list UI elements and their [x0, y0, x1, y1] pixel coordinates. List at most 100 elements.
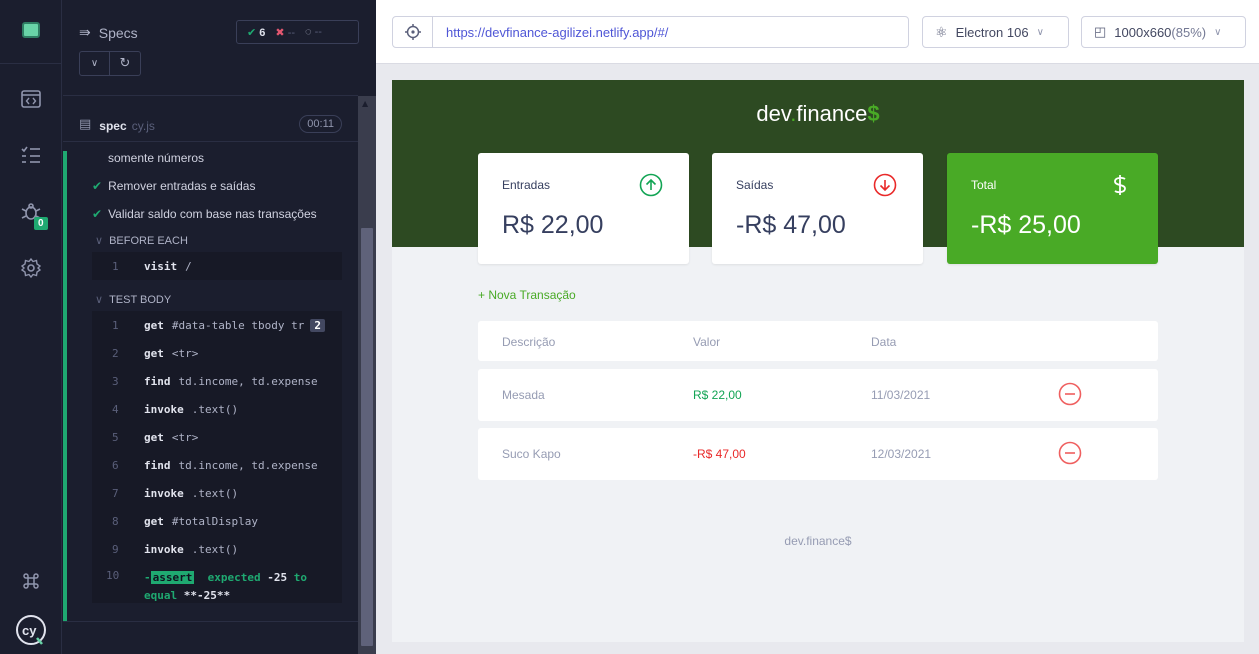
app-footer: dev.finance$ — [784, 534, 852, 548]
failed-count: -- — [287, 26, 296, 39]
assert-command-row[interactable]: 10 - assert expected -25 to equal **-25** — [92, 563, 342, 603]
electron-icon: ⚛ — [935, 23, 948, 40]
debug-bug-icon[interactable]: 0 — [0, 202, 62, 230]
income-card: Entradas R$ 22,00 — [478, 153, 689, 264]
code-window-icon[interactable] — [0, 90, 62, 108]
arrow-down-circle-icon — [873, 173, 897, 197]
pending-count: -- — [314, 26, 322, 38]
scroll-up-arrow-icon[interactable]: ▲ — [362, 99, 368, 108]
transaction-description: Suco Kapo — [502, 447, 561, 461]
browser-toolbar: https://devfinance-agilizei.netlify.app/… — [376, 0, 1259, 64]
table-row: Suco Kapo -R$ 47,00 12/03/2021 — [478, 428, 1158, 480]
cypress-logo-icon: cy — [0, 614, 62, 646]
caret-down-icon: ∨ — [95, 235, 104, 247]
table-header: Descrição Valor Data — [478, 321, 1158, 361]
minus-circle-icon[interactable] — [1058, 441, 1082, 465]
caret-down-icon: ∨ — [95, 294, 104, 306]
test-item[interactable]: somente números — [108, 151, 204, 165]
spec-file-row[interactable]: ▤ spec cy.js 00:11 — [63, 108, 358, 142]
document-icon: ▤ — [79, 117, 92, 132]
income-label: Entradas — [502, 178, 551, 192]
command-row[interactable]: 8 get #totalDisplay — [92, 507, 342, 535]
list-check-icon[interactable] — [0, 146, 62, 164]
column-header: Descrição — [502, 335, 556, 349]
total-card: Total -R$ 25,00 — [947, 153, 1158, 264]
dollar-sign-icon — [1114, 175, 1126, 195]
chevron-down-icon: ∨ — [1214, 26, 1222, 38]
transaction-date: 11/03/2021 — [871, 388, 931, 402]
passed-count: 6 — [259, 26, 266, 39]
pass-check-icon: ✔ — [92, 207, 103, 221]
transaction-description: Mesada — [502, 388, 545, 402]
command-row[interactable]: 9 invoke .text() — [92, 535, 342, 563]
minus-circle-icon[interactable] — [1058, 382, 1082, 406]
browser-name: Electron 106 — [955, 24, 1029, 40]
expense-card: Saídas -R$ 47,00 — [712, 153, 923, 264]
pending-spinner-icon: ◌ — [305, 26, 312, 38]
refresh-icon: ↻ — [119, 56, 131, 71]
reporter-panel: ⇛ Specs ✔ 6 ✖ -- ◌ -- ∨ ↻ ▤ spec cy.js 0… — [63, 0, 359, 654]
debug-count-badge: 0 — [34, 217, 48, 230]
app-under-test: dev.finance$ Entradas R$ 22,00 Saídas -R… — [392, 80, 1244, 642]
test-item[interactable]: ✔ Remover entradas e saídas — [92, 179, 255, 193]
svg-text:cy: cy — [22, 623, 37, 638]
table-row: Mesada R$ 22,00 11/03/2021 — [478, 369, 1158, 421]
column-header: Valor — [693, 335, 721, 349]
settings-gear-icon[interactable] — [0, 258, 62, 278]
chevron-down-icon: ∨ — [1036, 26, 1044, 38]
side-nav: 0 cy — [0, 0, 62, 654]
command-row[interactable]: 2 get <tr> — [92, 339, 342, 367]
specs-toggle[interactable]: ⇛ Specs — [79, 24, 138, 41]
hook-test-body[interactable]: ∨ TEST BODY — [95, 293, 171, 306]
viewport-ruler-icon: ◰ — [1094, 24, 1107, 39]
test-item[interactable]: ✔ Validar saldo com base nas transações — [92, 207, 317, 221]
command-row[interactable]: 1 visit / — [92, 252, 342, 280]
test-runner-body: somente números ✔ Remover entradas e saíd… — [63, 151, 358, 621]
browser-select[interactable]: ⚛ Electron 106 ∨ — [922, 16, 1069, 48]
command-row[interactable]: 3 find td.income, td.expense — [92, 367, 342, 395]
failed-x-icon: ✖ — [275, 26, 285, 39]
expense-label: Saídas — [736, 178, 774, 192]
app-logo: dev.finance$ — [756, 101, 880, 126]
hook-before-each[interactable]: ∨ BEFORE EACH — [95, 234, 188, 247]
arrow-up-circle-icon — [639, 173, 663, 197]
passed-check-icon: ✔ — [247, 26, 257, 39]
before-each-commands: 1 visit / — [92, 252, 342, 280]
column-header: Data — [871, 335, 897, 349]
viewport-select[interactable]: ◰ 1000x660(85%) ∨ — [1081, 16, 1246, 48]
reporter-header: ⇛ Specs ✔ 6 ✖ -- ◌ -- ∨ ↻ — [63, 0, 359, 96]
collapse-button[interactable]: ∨ — [79, 51, 110, 76]
cypress-app-icon[interactable] — [0, 22, 62, 38]
app-preview-area: https://devfinance-agilizei.netlify.app/… — [376, 0, 1259, 654]
run-stats: ✔ 6 ✖ -- ◌ -- — [236, 20, 359, 44]
url-bar[interactable]: https://devfinance-agilizei.netlify.app/… — [392, 16, 909, 48]
command-row[interactable]: 5 get <tr> — [92, 423, 342, 451]
element-count-badge: 2 — [310, 318, 325, 332]
command-keyboard-icon[interactable] — [0, 572, 62, 590]
total-label: Total — [971, 178, 997, 192]
spec-ext: cy.js — [131, 119, 155, 133]
command-row[interactable]: 4 invoke .text() — [92, 395, 342, 423]
reporter-scroll-thumb[interactable] — [361, 228, 373, 646]
transaction-date: 12/03/2021 — [871, 447, 932, 461]
specs-label: Specs — [98, 24, 138, 41]
expense-value: -R$ 47,00 — [736, 211, 846, 239]
url-text[interactable]: https://devfinance-agilizei.netlify.app/… — [433, 25, 668, 40]
transaction-value: R$ 22,00 — [693, 388, 742, 402]
rerun-button[interactable]: ↻ — [110, 51, 141, 76]
command-row[interactable]: 6 find td.income, td.expense — [92, 451, 342, 479]
specs-list-icon: ⇛ — [79, 24, 91, 40]
selector-playground-button[interactable] — [393, 17, 433, 47]
viewport-size: 1000x660 — [1114, 24, 1172, 40]
chevron-down-icon: ∨ — [90, 58, 99, 69]
viewport-scale: (85%) — [1171, 24, 1207, 40]
test-body-commands: 1 get #data-table tbody tr 2 2 get <tr> 3 find… — [92, 311, 342, 603]
crosshair-icon — [404, 24, 421, 40]
command-row[interactable]: 1 get #data-table tbody tr 2 — [92, 311, 342, 339]
new-transaction-link[interactable]: + Nova Transação — [478, 288, 576, 302]
total-value: -R$ 25,00 — [971, 211, 1081, 239]
income-value: R$ 22,00 — [502, 211, 604, 239]
spec-duration: 00:11 — [299, 115, 342, 133]
assert-tag: assert — [150, 571, 195, 584]
command-row[interactable]: 7 invoke .text() — [92, 479, 342, 507]
